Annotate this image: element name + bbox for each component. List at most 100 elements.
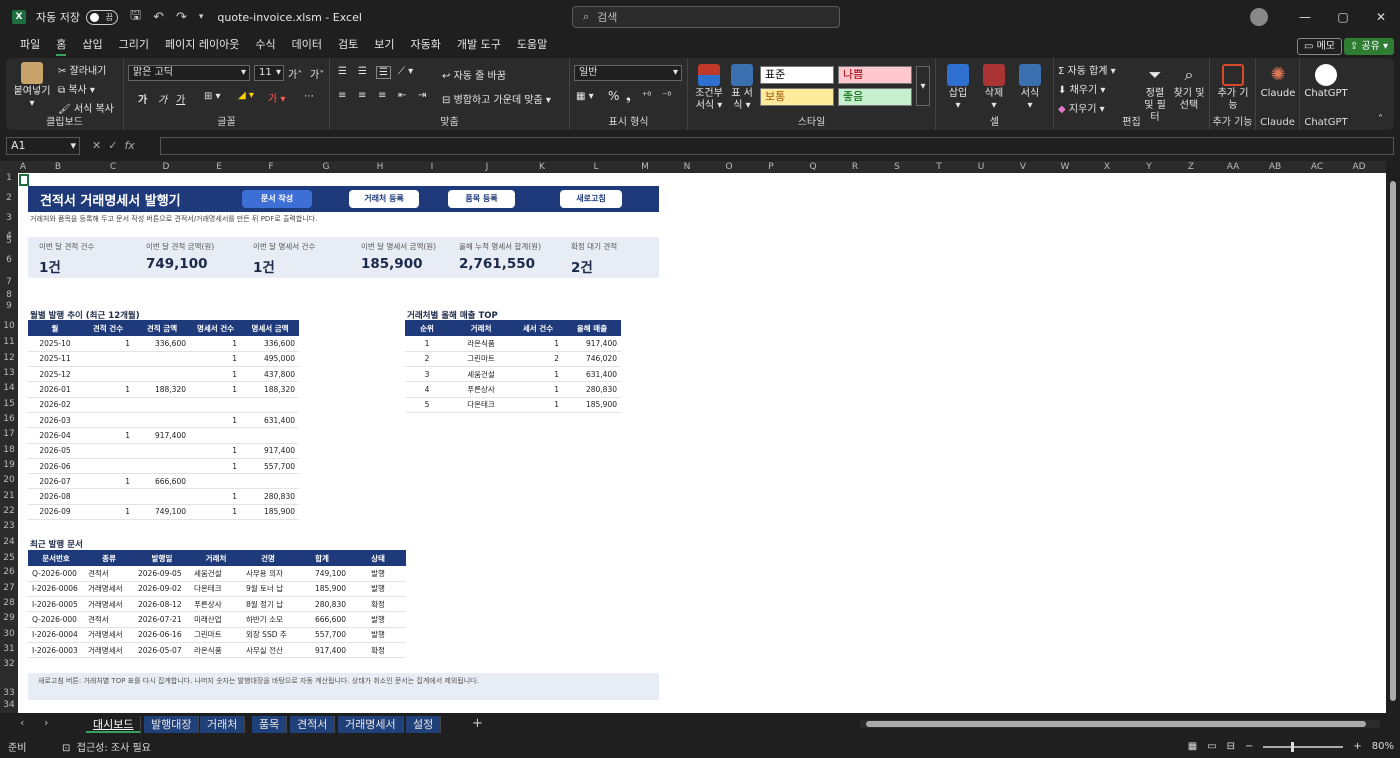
column-header[interactable]: AB	[1254, 161, 1296, 173]
row-header[interactable]: 22	[0, 506, 18, 516]
column-header[interactable]: X	[1086, 161, 1128, 173]
table-cell[interactable]	[134, 412, 190, 429]
fx-icon[interactable]: fx	[124, 139, 134, 152]
align-middle-icon[interactable]: ☰	[358, 66, 367, 77]
maximize-icon[interactable]: ▢	[1324, 10, 1362, 24]
redo-icon[interactable]: ↷	[176, 10, 187, 25]
font-shrink-button[interactable]: 가˅	[310, 66, 324, 81]
column-header[interactable]: Q	[792, 161, 834, 173]
menu-tab[interactable]: 개발 도구	[449, 34, 509, 56]
row-header[interactable]: 6	[0, 255, 18, 265]
horizontal-scrollbar[interactable]	[860, 720, 1380, 728]
page-break-icon[interactable]: ⊟	[1227, 741, 1235, 752]
table-cell[interactable]	[82, 366, 134, 383]
column-header[interactable]: L	[568, 161, 624, 173]
table-cell[interactable]	[82, 412, 134, 429]
table-cell[interactable]	[134, 397, 190, 413]
table-cell[interactable]: 2026-06-16	[134, 627, 190, 643]
menu-tab[interactable]: 도움말	[509, 34, 555, 56]
table-cell[interactable]	[190, 397, 241, 413]
table-cell[interactable]: 1	[405, 336, 449, 352]
table-cell[interactable]: 917,400	[134, 427, 190, 444]
table-cell[interactable]: I-2026-0003	[28, 642, 84, 659]
column-header[interactable]: H	[354, 161, 406, 173]
table-cell[interactable]: 8월 정기 납	[242, 596, 294, 613]
row-header[interactable]: 18	[0, 445, 18, 455]
table-cell[interactable]: I-2026-0004	[28, 627, 84, 643]
column-header[interactable]: E	[194, 161, 244, 173]
style-good[interactable]: 좋음	[838, 88, 912, 106]
align-center-icon[interactable]: ≡	[358, 90, 366, 101]
column-header[interactable]: N	[666, 161, 708, 173]
row-header[interactable]: 25	[0, 553, 18, 563]
style-bad[interactable]: 나쁨	[838, 66, 912, 84]
find-select-button[interactable]: ⌕ 찾기 및 선택	[1172, 64, 1206, 112]
decrease-decimal-icon[interactable]: ⁻⁰	[662, 91, 671, 102]
table-cell[interactable]: 746,020	[563, 351, 621, 368]
search-input[interactable]: ⌕ 검색	[572, 6, 840, 28]
zoom-out-icon[interactable]: −	[1245, 741, 1253, 752]
table-cell[interactable]: 2	[513, 351, 563, 368]
table-cell[interactable]: 749,100	[294, 566, 350, 582]
table-cell[interactable]: 거래명세서	[84, 581, 134, 598]
column-header[interactable]: C	[88, 161, 138, 173]
table-cell[interactable]: 2026-07	[28, 473, 82, 490]
row-header[interactable]: 10	[0, 321, 18, 331]
column-header[interactable]: T	[918, 161, 960, 173]
menu-tab[interactable]: 데이터	[284, 34, 330, 56]
table-cell[interactable]: I-2026-0006	[28, 581, 84, 598]
table-cell[interactable]: 188,320	[241, 381, 299, 398]
enter-icon[interactable]: ✓	[108, 139, 117, 152]
table-cell[interactable]: 1	[513, 336, 563, 352]
row-header[interactable]: 20	[0, 475, 18, 485]
font-size-select[interactable]: 11 ▾	[254, 65, 284, 81]
menu-tab[interactable]: 검토	[330, 34, 366, 56]
table-cell[interactable]: 2026-04	[28, 427, 82, 444]
table-cell[interactable]: 다온테크	[449, 397, 513, 413]
column-header[interactable]: R	[834, 161, 876, 173]
indent-decrease-icon[interactable]: ⇤	[398, 90, 406, 101]
share-button[interactable]: ⇪ 공유 ▾	[1343, 38, 1394, 55]
column-header[interactable]: P	[750, 161, 792, 173]
table-cell[interactable]: 631,400	[241, 412, 299, 429]
table-cell[interactable]: 거래명세서	[84, 642, 134, 659]
table-cell[interactable]: 1	[513, 397, 563, 413]
table-cell[interactable]: 하반기 소모	[242, 611, 294, 628]
row-header[interactable]: 26	[0, 567, 18, 577]
table-cell[interactable]	[190, 473, 241, 490]
row-header[interactable]: 13	[0, 368, 18, 378]
table-cell[interactable]: 1	[82, 473, 134, 490]
table-cell[interactable]: Q-2026-000	[28, 611, 84, 628]
table-cell[interactable]: 5	[405, 397, 449, 413]
table-cell[interactable]: 2026-09-02	[134, 581, 190, 598]
table-cell[interactable]: 발행	[350, 566, 406, 582]
menu-tab[interactable]: 페이지 레이아웃	[157, 34, 247, 56]
table-cell[interactable]: 2026-03	[28, 412, 82, 429]
table-cell[interactable]	[134, 488, 190, 505]
create-document-button[interactable]: 문서 작성	[242, 190, 312, 208]
table-cell[interactable]: 라온식품	[449, 336, 513, 352]
table-cell[interactable]: 1	[190, 504, 241, 521]
table-cell[interactable]: 2026-07-21	[134, 611, 190, 628]
column-header[interactable]: U	[960, 161, 1002, 173]
row-header[interactable]: 3	[0, 213, 18, 223]
table-cell[interactable]	[82, 397, 134, 413]
fill-color-icon[interactable]: ◢ ▾	[238, 90, 254, 101]
row-header[interactable]: 2	[0, 193, 18, 203]
table-cell[interactable]: 1	[82, 427, 134, 444]
vertical-scrollbar[interactable]	[1386, 173, 1400, 713]
row-header[interactable]: 8	[0, 290, 18, 300]
row-header[interactable]: 28	[0, 598, 18, 608]
formula-input[interactable]	[160, 137, 1394, 155]
refresh-button[interactable]: 새로고침	[560, 190, 622, 208]
zoom-slider[interactable]	[1263, 741, 1344, 752]
percent-icon[interactable]: %	[608, 89, 619, 103]
column-header[interactable]: S	[876, 161, 918, 173]
collapse-ribbon-icon[interactable]: ˄	[1378, 114, 1383, 125]
menu-tab[interactable]: 자동화	[402, 34, 448, 56]
row-header[interactable]: 9	[0, 301, 18, 311]
column-header[interactable]: A	[18, 161, 28, 173]
addins-button[interactable]: 추가 기능	[1214, 64, 1252, 112]
column-header[interactable]: AC	[1296, 161, 1338, 173]
table-cell[interactable]	[134, 458, 190, 475]
